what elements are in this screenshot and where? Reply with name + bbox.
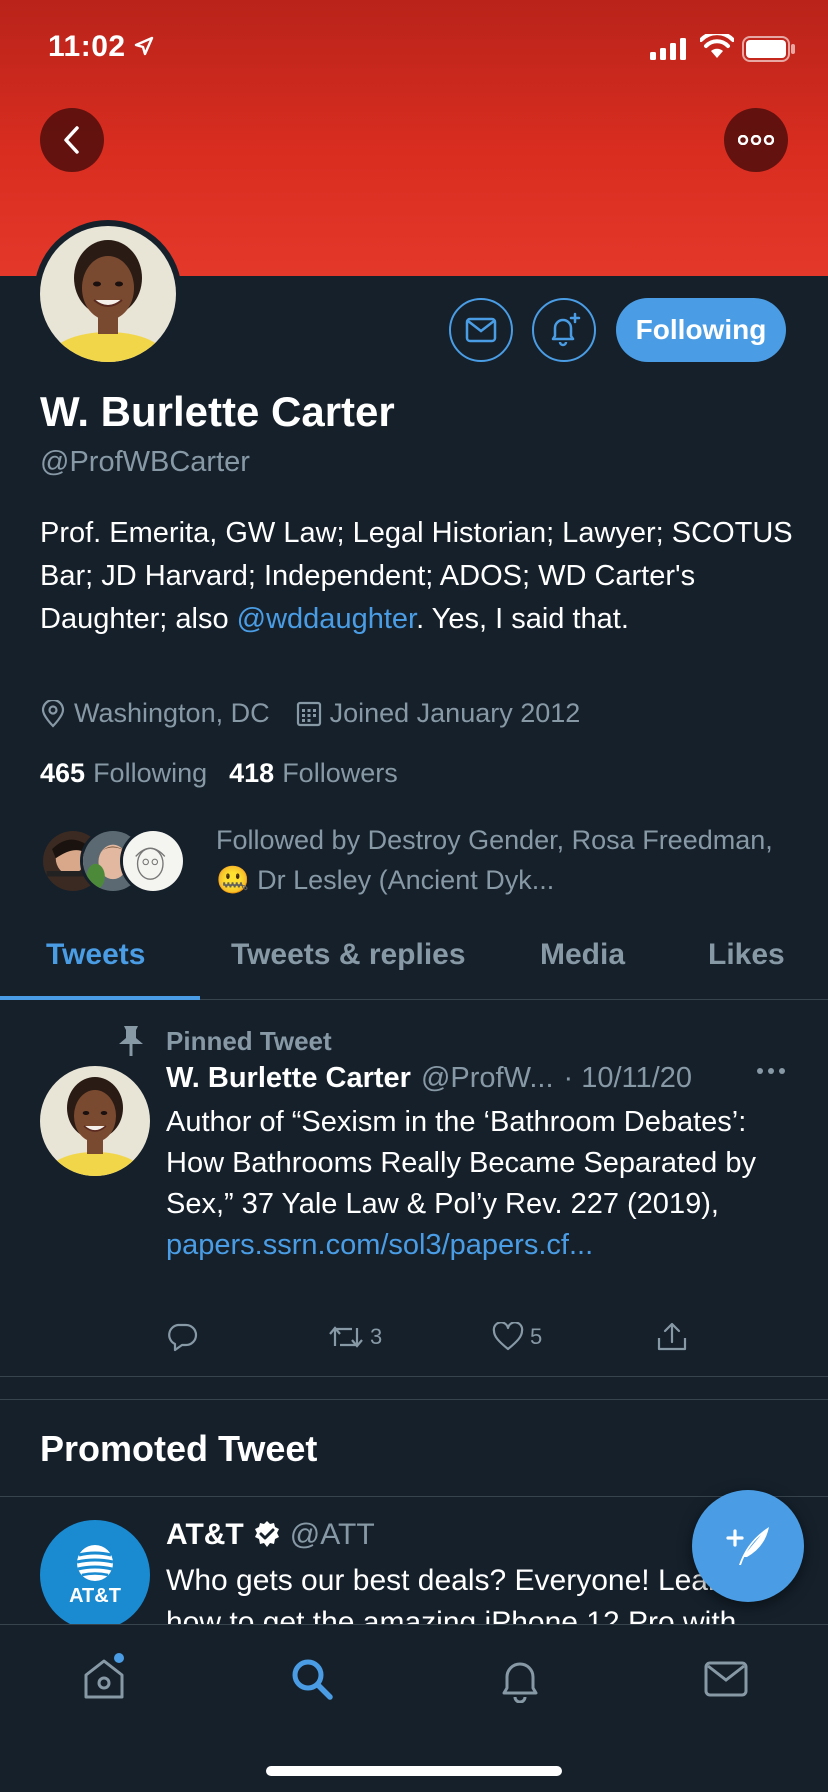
bell-icon — [502, 1662, 538, 1704]
profile-avatar[interactable] — [34, 220, 182, 384]
pin-icon — [119, 1026, 143, 1056]
followers-label: Followers — [282, 758, 398, 788]
cellular-signal-icon — [650, 38, 686, 60]
divider — [0, 1496, 828, 1497]
bio-mention-link[interactable]: @wddaughter — [237, 603, 416, 635]
profile-bio: Prof. Emerita, GW Law; Legal Historian; … — [40, 512, 800, 641]
mail-icon — [704, 1661, 748, 1697]
tweet-header: W. Burlette Carter @ProfW... · 10/11/20 — [166, 1062, 796, 1095]
att-avatar-label: AT&T — [69, 1584, 121, 1607]
location-services-icon — [134, 36, 154, 56]
following-count: 465 — [40, 758, 86, 788]
nav-home[interactable] — [80, 1653, 128, 1708]
profile-meta: Washington, DC Joined January 2012 — [40, 698, 606, 729]
pinned-tweet-label: Pinned Tweet — [166, 1026, 332, 1056]
tweet-more-icon[interactable] — [756, 1066, 786, 1076]
following-button[interactable]: Following — [616, 298, 786, 362]
tab-tweets[interactable]: Tweets — [46, 938, 145, 972]
compose-tweet-button[interactable] — [692, 1490, 804, 1602]
location-text: Washington, DC — [74, 698, 270, 728]
retweet-icon — [329, 1326, 363, 1348]
profile-name: W. Burlette Carter — [40, 388, 395, 435]
promoted-author-handle[interactable]: @ATT — [290, 1518, 375, 1552]
followed-by-avatars[interactable] — [40, 828, 200, 898]
notifications-button[interactable] — [532, 298, 596, 362]
envelope-icon — [465, 317, 497, 343]
share-button[interactable] — [656, 1322, 688, 1352]
tweet-text: Author of “Sexism in the ‘Bathroom Debat… — [166, 1106, 756, 1220]
section-divider — [0, 1376, 828, 1400]
promoted-tweet-header: AT&T @ATT — [166, 1518, 375, 1552]
like-button[interactable]: 5 — [492, 1322, 542, 1352]
followers-count: 418 — [229, 758, 275, 788]
tweet-link[interactable]: papers.ssrn.com/sol3/papers.cf... — [166, 1229, 593, 1261]
promoted-tweet-heading: Promoted Tweet — [40, 1428, 318, 1469]
tweet-actions: 3 5 — [166, 1322, 726, 1362]
followed-by-text[interactable]: Followed by Destroy Gender, Rosa Freedma… — [216, 820, 776, 900]
heart-icon — [492, 1322, 524, 1351]
retweet-count: 3 — [370, 1324, 383, 1349]
profile-handle: @ProfWBCarter — [40, 446, 250, 478]
status-bar: 11:02 — [0, 0, 828, 100]
back-arrow-icon — [64, 126, 79, 154]
bell-plus-icon — [551, 312, 581, 347]
bio-text-end: . Yes, I said that. — [416, 603, 629, 635]
message-button[interactable] — [449, 298, 513, 362]
following-count-link[interactable]: 465 Following — [40, 758, 207, 789]
tweet-date: · 10/11/20 — [563, 1062, 692, 1094]
follow-counts: 465 Following 418 Followers — [40, 758, 420, 789]
nav-search[interactable] — [288, 1655, 336, 1708]
home-indicator[interactable] — [266, 1766, 562, 1776]
att-avatar[interactable]: AT&T — [40, 1520, 150, 1630]
tweet-author-name[interactable]: W. Burlette Carter — [166, 1062, 411, 1095]
reply-icon — [168, 1323, 198, 1352]
join-date: Joined January 2012 — [296, 698, 581, 729]
active-tab-indicator — [0, 996, 200, 1000]
like-count: 5 — [530, 1324, 543, 1349]
follower-avatar — [120, 828, 186, 894]
nav-messages[interactable] — [702, 1655, 750, 1708]
tweet-author-handle[interactable]: @ProfW... — [421, 1062, 554, 1095]
promoted-author-name[interactable]: AT&T — [166, 1518, 244, 1552]
following-label: Following — [93, 758, 208, 788]
location: Washington, DC — [40, 698, 270, 729]
more-dots-icon — [738, 135, 774, 145]
reply-button[interactable] — [166, 1322, 198, 1352]
profile-photo — [40, 226, 176, 384]
att-globe-icon — [76, 1544, 114, 1581]
wifi-icon — [700, 34, 734, 58]
compose-icon — [726, 1527, 769, 1565]
tweet-author-avatar[interactable] — [40, 1066, 150, 1176]
nav-notifications[interactable] — [496, 1655, 544, 1708]
tab-likes[interactable]: Likes — [708, 938, 785, 972]
location-pin-icon — [41, 699, 65, 728]
search-icon — [292, 1659, 333, 1700]
more-options-button[interactable] — [724, 108, 788, 172]
status-time: 11:02 — [48, 30, 126, 63]
calendar-icon — [296, 701, 321, 726]
verified-badge-icon — [254, 1521, 279, 1547]
tab-tweets-replies[interactable]: Tweets & replies — [231, 938, 466, 972]
share-icon — [657, 1322, 687, 1351]
followers-count-link[interactable]: 418 Followers — [229, 758, 398, 789]
back-button[interactable] — [40, 108, 104, 172]
new-content-dot — [114, 1653, 124, 1663]
battery-icon — [742, 36, 795, 62]
tweet-body[interactable]: Author of “Sexism in the ‘Bathroom Debat… — [166, 1102, 796, 1266]
promoted-tweet-text[interactable]: Who gets our best deals? Everyone! Learn… — [166, 1560, 786, 1624]
retweet-button[interactable]: 3 — [328, 1322, 382, 1352]
profile-tabs: Tweets Tweets & replies Media Likes — [0, 920, 828, 1000]
join-date-text: Joined January 2012 — [329, 698, 581, 728]
tab-media[interactable]: Media — [540, 938, 625, 972]
